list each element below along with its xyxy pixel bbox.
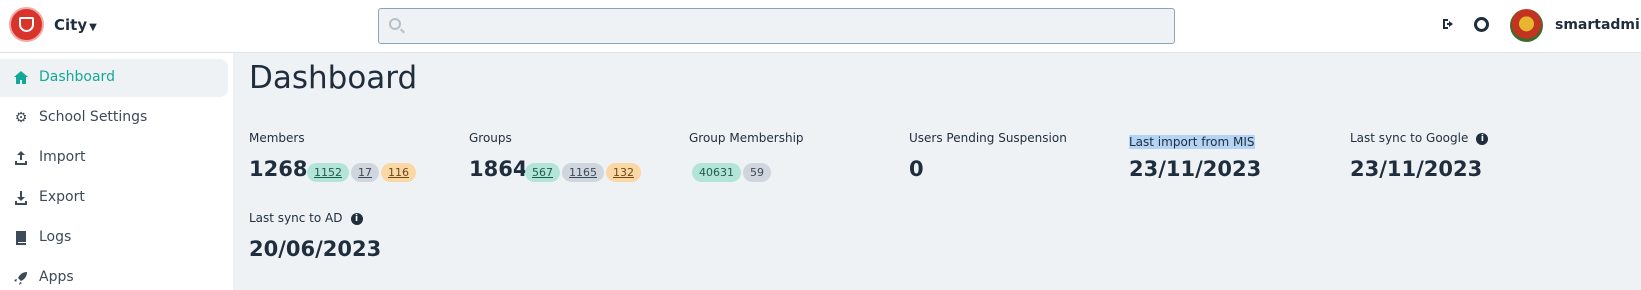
info-icon[interactable]: i	[1476, 132, 1489, 145]
stat-value: 1864	[469, 157, 528, 181]
logo-icon[interactable]	[9, 7, 44, 42]
sidebar: Dashboard ⚙ School Settings Import Expor…	[0, 53, 233, 290]
book-icon	[13, 230, 29, 246]
school-selector[interactable]: City ▼	[54, 16, 97, 34]
stat-label-row: Last sync to AD i	[249, 211, 459, 225]
stat-pending-suspension: Users Pending Suspension 0	[909, 131, 1119, 181]
sidebar-item-label: School Settings	[39, 109, 148, 125]
top-bar: City ▼ smartadmin	[0, 0, 1641, 53]
home-icon	[13, 70, 29, 86]
sidebar-item-label: Import	[39, 149, 86, 165]
badge: 40631	[692, 163, 741, 182]
stat-value: 23/11/2023	[1350, 157, 1483, 181]
stat-label: Groups	[469, 131, 512, 145]
stat-last-sync-ad: Last sync to AD i 20/06/2023	[249, 211, 459, 261]
avatar[interactable]	[1510, 9, 1543, 42]
badge-group: 567 1165 132	[525, 161, 643, 182]
info-icon[interactable]: i	[350, 212, 363, 225]
school-name: City	[54, 16, 88, 34]
sidebar-item-logs[interactable]: Logs	[0, 219, 228, 257]
stat-members: Members 1268 1152 17 116	[249, 131, 459, 182]
badge-group: 1152 17 116	[307, 161, 418, 182]
stat-label: Last sync to AD	[249, 211, 343, 225]
download-icon	[13, 190, 29, 206]
search-icon	[389, 18, 401, 30]
search-bar[interactable]	[378, 8, 1175, 44]
sidebar-item-school-settings[interactable]: ⚙ School Settings	[0, 99, 228, 137]
upload-icon	[13, 150, 29, 166]
sidebar-item-export[interactable]: Export	[0, 179, 228, 217]
badge-link[interactable]: 17	[351, 163, 379, 182]
stat-label: Users Pending Suspension	[909, 131, 1067, 145]
stat-value: 1268	[249, 157, 308, 181]
gear-icon: ⚙	[14, 110, 28, 126]
badge-link[interactable]: 132	[606, 163, 641, 182]
stat-value: 20/06/2023	[249, 237, 382, 261]
badge-link[interactable]: 567	[525, 163, 560, 182]
stat-value: 0	[909, 157, 924, 181]
stat-label: Members	[249, 131, 305, 145]
stat-group-membership: Group Membership 40631 59	[689, 131, 899, 182]
logout-icon[interactable]	[1440, 16, 1458, 34]
search-input[interactable]	[409, 9, 1169, 43]
stat-label: Last sync to Google	[1350, 131, 1469, 145]
sidebar-item-label: Dashboard	[39, 69, 115, 85]
help-icon[interactable]	[1473, 16, 1491, 34]
sidebar-item-label: Export	[39, 189, 85, 205]
stat-last-import: Last import from MIS 23/11/2023	[1129, 131, 1339, 181]
sidebar-item-label: Apps	[39, 269, 74, 285]
stat-value: 23/11/2023	[1129, 157, 1262, 181]
stat-label-row: Last sync to Google i	[1350, 131, 1560, 145]
username[interactable]: smartadmin	[1555, 17, 1641, 33]
page-title: Dashboard	[249, 60, 418, 96]
sidebar-item-apps[interactable]: Apps	[0, 259, 228, 290]
badge: 59	[743, 163, 771, 182]
caret-down-icon: ▼	[89, 22, 97, 33]
badge-link[interactable]: 1152	[307, 163, 349, 182]
shield-icon	[19, 17, 34, 32]
badge-group: 40631 59	[692, 161, 773, 182]
stat-last-sync-google: Last sync to Google i 23/11/2023	[1350, 131, 1560, 181]
rocket-icon	[13, 270, 29, 286]
stat-label: Group Membership	[689, 131, 804, 145]
sidebar-item-dashboard[interactable]: Dashboard	[0, 59, 228, 97]
stat-label: Last import from MIS	[1129, 135, 1255, 149]
sidebar-item-import[interactable]: Import	[0, 139, 228, 177]
sidebar-item-label: Logs	[39, 229, 72, 245]
badge-link[interactable]: 1165	[562, 163, 604, 182]
stat-groups: Groups 1864 567 1165 132	[469, 131, 679, 182]
badge-link[interactable]: 116	[381, 163, 416, 182]
